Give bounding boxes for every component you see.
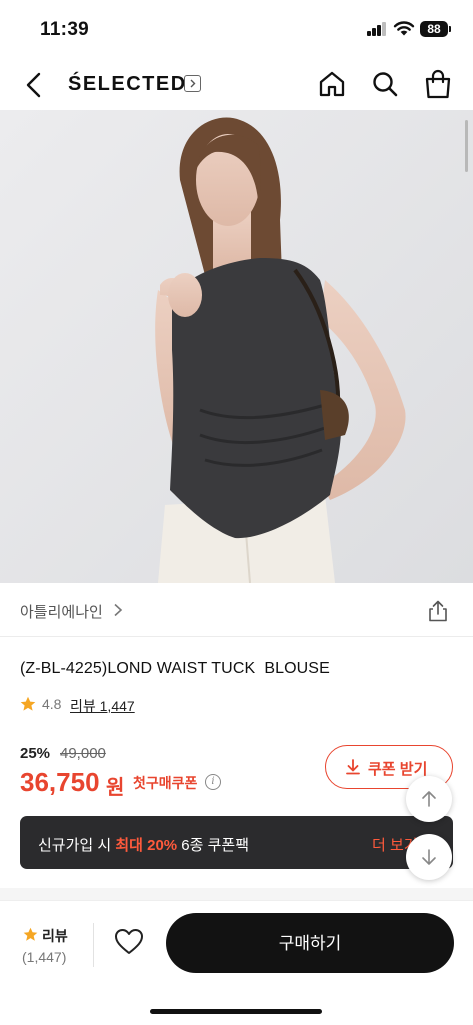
brand-chevron-icon[interactable] [184,75,201,92]
cellular-signal-icon [367,22,387,36]
store-name-link[interactable]: 아틀리에나인 [20,601,103,622]
download-icon [346,759,360,775]
product-title: (Z-BL-4225)LOND WAIST TUCK BLOUSE [20,660,330,677]
status-time: 11:39 [40,19,90,40]
promo-text-before: 신규가입 시 [38,837,116,854]
bottom-action-bar: 리뷰 (1,447) 구매하기 [0,900,473,1025]
section-divider [0,888,473,900]
review-button[interactable]: 리뷰 (1,447) [20,925,74,973]
battery-tip [449,26,451,32]
promo-text-after: 6종 쿠폰팩 [177,837,250,854]
review-count-link[interactable]: 리뷰 1,447 [70,696,135,716]
first-purchase-coupon-label: 첫구매쿠폰 [133,775,198,791]
signup-promo-banner[interactable]: 신규가입 시 최대 20% 6종 쿠폰팩 더 보기 [20,816,453,869]
sale-price: 36,750 [20,767,100,797]
home-indicator [150,1009,322,1014]
product-image[interactable] [0,110,473,583]
review-count: (1,447) [22,949,67,965]
arrow-down-icon [422,849,436,865]
star-icon [23,927,38,941]
store-row: 아틀리에나인 [0,584,473,637]
shopping-bag-icon[interactable] [424,69,452,99]
brand-logo[interactable]: ŚELECTED [68,72,187,96]
chevron-right-icon[interactable] [113,603,123,617]
back-icon[interactable] [22,72,46,98]
discount-rate: 25% [20,745,51,762]
review-label: 리뷰 [42,928,68,944]
battery-icon: 88 [420,21,448,37]
currency-label: 원 [106,777,125,799]
top-nav-bar: ŚELECTED [0,58,473,110]
arrow-up-icon [422,791,436,807]
buy-button[interactable]: 구매하기 [166,913,454,973]
promo-highlight: 최대 20% [115,837,178,854]
star-icon [20,696,36,711]
get-coupon-label: 쿠폰 받기 [368,761,428,778]
rating-value: 4.8 [42,696,62,712]
scroll-top-button[interactable] [406,776,452,822]
divider [93,923,94,967]
product-photo-illustration [0,110,473,583]
status-bar: 11:39 88 [0,0,473,58]
promo-text: 신규가입 시 최대 20% 6종 쿠폰팩 [38,834,249,855]
share-icon[interactable] [427,600,449,622]
wifi-icon [393,21,415,36]
original-price: 49,000 [60,745,106,762]
search-icon[interactable] [371,70,399,98]
scroll-bottom-button[interactable] [406,834,452,880]
home-icon[interactable] [318,70,346,98]
heart-icon[interactable] [114,928,144,956]
scroll-indicator [465,120,468,172]
info-icon[interactable]: i [205,774,221,790]
